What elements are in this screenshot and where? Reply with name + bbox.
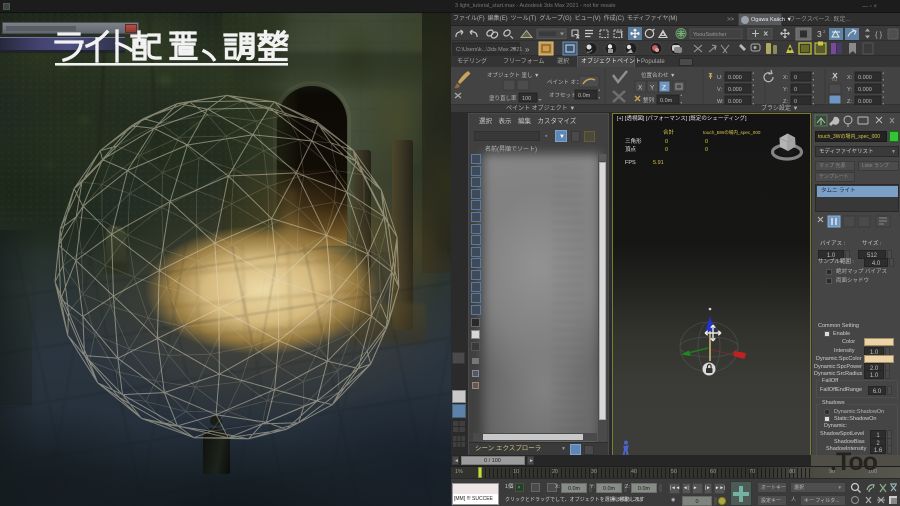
svg-text:Z: Z [662, 85, 666, 92]
svg-text:»: » [525, 45, 530, 54]
svg-text:0.000: 0.000 [858, 87, 872, 93]
svg-text:0.0m: 0.0m [578, 93, 591, 99]
svg-text:{ }: { } [875, 30, 883, 39]
svg-text:2: 2 [823, 29, 826, 34]
svg-text:0.000: 0.000 [858, 75, 872, 81]
svg-text:0.0m: 0.0m [660, 98, 673, 104]
svg-text:Y:: Y: [847, 87, 852, 93]
svg-text:V:: V: [717, 87, 722, 93]
svg-text:位置合わせ ▼: 位置合わせ ▼ [641, 71, 675, 79]
svg-text:ペイント オン: ペイント オン [547, 79, 582, 86]
svg-text:0.000: 0.000 [728, 87, 742, 93]
svg-text:オブジェクト 塗し ▼: オブジェクト 塗し ▼ [487, 71, 540, 79]
svg-text:TU: TU [831, 77, 837, 82]
svg-text:X:: X: [783, 75, 789, 81]
svg-text:X: X [638, 85, 643, 92]
svg-text:塗り直し率: 塗り直し率 [489, 94, 517, 102]
svg-text:整列: 整列 [643, 96, 655, 104]
svg-text:X:: X: [847, 75, 853, 81]
svg-text:YoouSwitcher: YoouSwitcher [693, 32, 727, 38]
svg-text:0: 0 [794, 87, 797, 93]
svg-text:3: 3 [817, 29, 822, 39]
svg-text:U:: U: [717, 75, 723, 81]
svg-text:Y: Y [650, 85, 655, 92]
svg-text:0: 0 [794, 75, 797, 81]
svg-text:0.000: 0.000 [728, 75, 742, 81]
svg-text:100: 100 [522, 96, 531, 102]
svg-text:オフセット: オフセット [549, 92, 577, 99]
svg-text:Y:: Y: [783, 87, 788, 93]
